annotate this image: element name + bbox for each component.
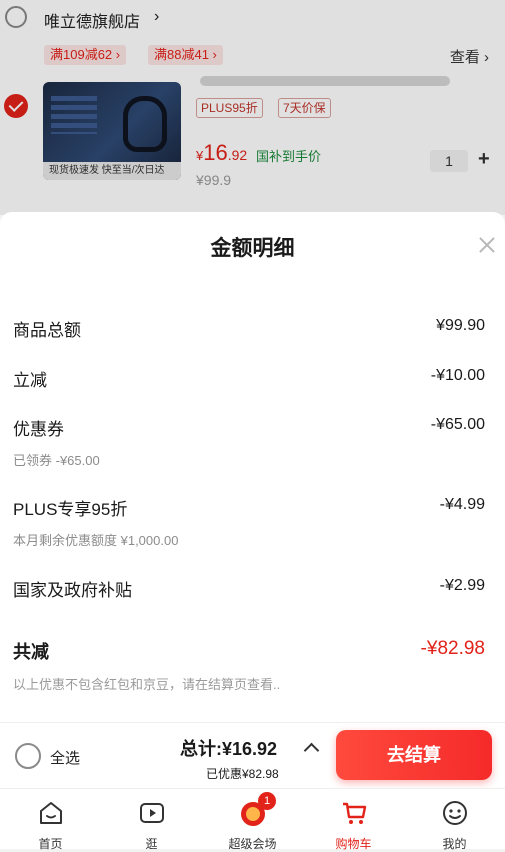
checkout-saved: 已优惠¥82.98 <box>206 767 279 781</box>
cart-icon <box>342 802 366 824</box>
video-icon <box>139 803 164 823</box>
tab-profile[interactable]: 我的 <box>404 789 505 851</box>
row-value-plus-discount: -¥4.99 <box>439 496 485 513</box>
total-discount-value: -¥82.98 <box>420 638 485 659</box>
discount-note: 以上优惠不包含红包和京豆，请在结算页查看.. <box>13 677 281 692</box>
row-label-coupon: 优惠券 <box>13 420 64 439</box>
home-icon <box>39 802 62 824</box>
select-all-label[interactable]: 全选 <box>50 747 80 768</box>
select-all-checkbox[interactable] <box>15 743 41 769</box>
close-icon[interactable] <box>476 234 498 256</box>
total-discount-label: 共减 <box>13 642 49 662</box>
checkout-bar: 全选 总计:¥16.92 已优惠¥82.98 去结算 <box>0 722 505 789</box>
profile-icon <box>442 801 467 825</box>
row-value-gov-subsidy: -¥2.99 <box>439 577 485 594</box>
tab-cart[interactable]: 购物车 <box>303 789 404 851</box>
row-label-plus-discount: PLUS专享95折 <box>13 500 128 519</box>
tab-label-home: 首页 <box>38 837 63 851</box>
row-value-coupon: -¥65.00 <box>430 416 485 433</box>
tab-label-super-venue: 超级会场 <box>228 837 277 851</box>
sheet-title: 金额明细 <box>210 237 295 260</box>
tab-label-cart: 购物车 <box>335 837 372 851</box>
chevron-up-icon[interactable] <box>303 742 320 759</box>
row-value-instant-discount: -¥10.00 <box>430 367 485 384</box>
row-sub-coupon: 已领券 -¥65.00 <box>13 453 100 468</box>
row-label-goods-total: 商品总额 <box>13 321 81 340</box>
row-label-instant-discount: 立减 <box>13 371 47 390</box>
checkout-total: 总计:¥16.92 <box>180 739 278 759</box>
tab-super-venue[interactable]: 1 超级会场 <box>202 789 303 851</box>
tab-label-browse: 逛 <box>145 837 158 851</box>
cart-background: 唯立德旗舰店 › 满109减62 › 满88减41 › 查看 › 现货极速发 快… <box>0 0 505 215</box>
row-value-goods-total: ¥99.90 <box>436 317 485 334</box>
row-sub-plus-quota: 本月剩余优惠额度 ¥1,000.00 <box>13 533 179 548</box>
dim-overlay[interactable] <box>0 0 505 215</box>
row-label-gov-subsidy: 国家及政府补贴 <box>13 581 132 600</box>
tab-label-profile: 我的 <box>442 837 467 851</box>
checkout-button[interactable]: 去结算 <box>336 730 492 780</box>
notification-badge: 1 <box>258 792 276 810</box>
amount-detail-sheet: 金额明细 商品总额 ¥99.90 立减 -¥10.00 优惠券 -¥65.00 … <box>0 212 505 722</box>
tab-browse[interactable]: 逛 <box>101 789 202 851</box>
bottom-tab-bar: 首页 逛 1 超级会场 购物车 我的 <box>0 788 505 851</box>
tab-home[interactable]: 首页 <box>0 789 101 851</box>
